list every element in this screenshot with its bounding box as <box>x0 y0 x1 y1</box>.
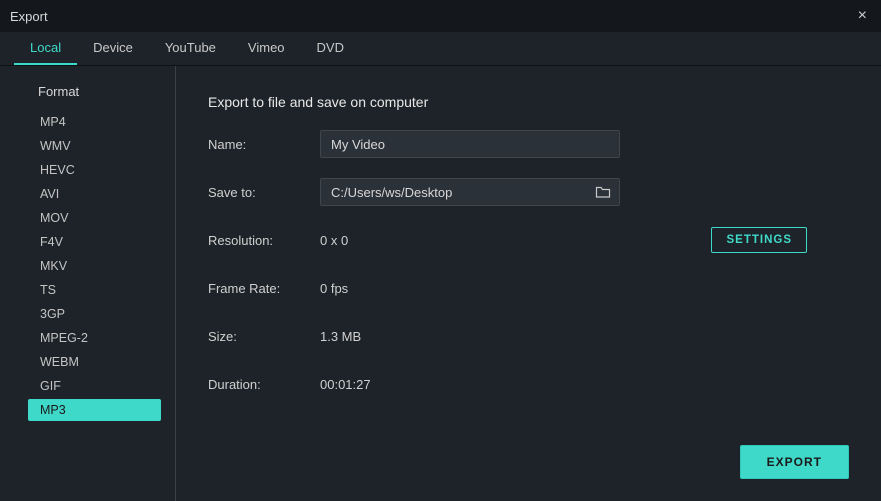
format-item-wmv[interactable]: WMV <box>28 135 161 157</box>
export-button[interactable]: EXPORT <box>740 445 849 479</box>
window-title: Export <box>10 9 48 24</box>
panel-heading: Export to file and save on computer <box>208 94 849 110</box>
row-save-to: Save to: <box>208 178 849 206</box>
format-item-avi[interactable]: AVI <box>28 183 161 205</box>
row-frame-rate: Frame Rate: 0 fps <box>208 274 849 302</box>
row-size: Size: 1.3 MB <box>208 322 849 350</box>
save-to-label: Save to: <box>208 185 320 200</box>
row-duration: Duration: 00:01:27 <box>208 370 849 398</box>
footer: EXPORT <box>176 445 881 501</box>
format-list: MP4 WMV HEVC AVI MOV F4V MKV TS 3GP MPEG… <box>26 111 161 421</box>
format-item-3gp[interactable]: 3GP <box>28 303 161 325</box>
tabs: Local Device YouTube Vimeo DVD <box>0 32 881 66</box>
format-item-hevc[interactable]: HEVC <box>28 159 161 181</box>
format-item-mp3[interactable]: MP3 <box>28 399 161 421</box>
tab-local[interactable]: Local <box>14 32 77 65</box>
tab-dvd[interactable]: DVD <box>301 32 360 65</box>
sidebar: Format MP4 WMV HEVC AVI MOV F4V MKV TS 3… <box>0 66 176 501</box>
format-item-webm[interactable]: WEBM <box>28 351 161 373</box>
duration-value: 00:01:27 <box>320 377 371 392</box>
format-item-gif[interactable]: GIF <box>28 375 161 397</box>
duration-label: Duration: <box>208 377 320 392</box>
main: Format MP4 WMV HEVC AVI MOV F4V MKV TS 3… <box>0 66 881 501</box>
tab-youtube[interactable]: YouTube <box>149 32 232 65</box>
resolution-value: 0 x 0 <box>320 233 480 248</box>
frame-rate-label: Frame Rate: <box>208 281 320 296</box>
format-item-mov[interactable]: MOV <box>28 207 161 229</box>
settings-button[interactable]: SETTINGS <box>711 227 807 253</box>
save-to-input[interactable] <box>321 185 587 200</box>
content: Export to file and save on computer Name… <box>176 66 881 501</box>
size-label: Size: <box>208 329 320 344</box>
row-resolution: Resolution: 0 x 0 SETTINGS <box>208 226 849 254</box>
resolution-label: Resolution: <box>208 233 320 248</box>
close-icon[interactable]: × <box>854 7 871 25</box>
row-name: Name: <box>208 130 849 158</box>
tab-vimeo[interactable]: Vimeo <box>232 32 301 65</box>
format-item-ts[interactable]: TS <box>28 279 161 301</box>
tab-device[interactable]: Device <box>77 32 149 65</box>
size-value: 1.3 MB <box>320 329 361 344</box>
format-item-f4v[interactable]: F4V <box>28 231 161 253</box>
name-label: Name: <box>208 137 320 152</box>
sidebar-heading: Format <box>38 84 161 99</box>
titlebar: Export × <box>0 0 881 32</box>
format-item-mpeg2[interactable]: MPEG-2 <box>28 327 161 349</box>
name-input[interactable] <box>320 130 620 158</box>
frame-rate-value: 0 fps <box>320 281 348 296</box>
content-body: Export to file and save on computer Name… <box>176 66 881 445</box>
folder-icon[interactable] <box>587 185 619 199</box>
format-item-mkv[interactable]: MKV <box>28 255 161 277</box>
save-to-field <box>320 178 620 206</box>
format-item-mp4[interactable]: MP4 <box>28 111 161 133</box>
